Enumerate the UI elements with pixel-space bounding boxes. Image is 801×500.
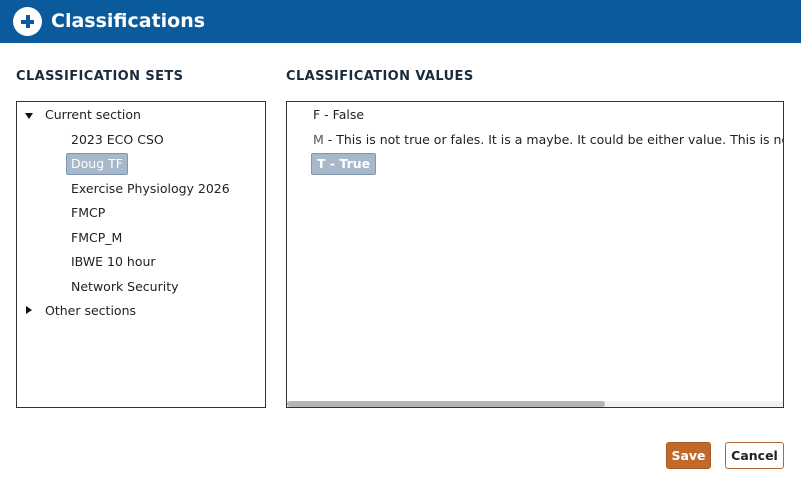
classification-values-heading: CLASSIFICATION VALUES [286, 69, 474, 84]
tree-item-2023-eco-cso[interactable]: 2023 ECO CSO [67, 129, 168, 151]
scrollbar-thumb[interactable] [287, 401, 605, 407]
value-item-t[interactable]: T - True [311, 153, 377, 175]
tree-group-current-section[interactable]: Current section [17, 104, 257, 126]
tree-item-doug-tf[interactable]: Doug TF [66, 153, 128, 175]
value-text: T - True [317, 156, 371, 171]
save-button[interactable]: Save [666, 442, 711, 469]
value-text: F - False [313, 107, 365, 122]
classification-values-list[interactable]: F - False M - This is not true or fales.… [286, 101, 784, 408]
caret-right-icon[interactable] [26, 306, 32, 314]
tree-item-network-security[interactable]: Network Security [67, 276, 183, 298]
tree-group-other-sections[interactable]: Other sections [17, 300, 257, 322]
tree-item-exercise-physiology-2026[interactable]: Exercise Physiology 2026 [67, 178, 234, 200]
value-item-m[interactable]: M - This is not true or fales. It is a m… [313, 129, 784, 151]
classification-sets-heading: CLASSIFICATION SETS [16, 69, 184, 84]
tree-item-ibwe-10-hour[interactable]: IBWE 10 hour [67, 251, 160, 273]
classification-sets-tree[interactable]: Current section 2023 ECO CSO Doug TF Exe… [16, 101, 266, 408]
caret-down-icon[interactable] [25, 113, 33, 119]
tree-item-fmcp[interactable]: FMCP [67, 202, 109, 224]
tree-group-label: Current section [45, 107, 141, 122]
value-code: M [313, 132, 324, 147]
tree-group-label: Other sections [45, 303, 136, 318]
dialog-header: Classifications [0, 0, 801, 43]
value-item-f[interactable]: F - False [313, 104, 364, 126]
value-text: - This is not true or fales. It is a may… [323, 132, 784, 147]
tree-item-fmcp-m[interactable]: FMCP_M [67, 227, 126, 249]
horizontal-scrollbar[interactable] [287, 401, 783, 407]
plus-circle-icon [13, 7, 42, 36]
cancel-button[interactable]: Cancel [725, 442, 784, 469]
dialog-title: Classifications [51, 10, 206, 32]
